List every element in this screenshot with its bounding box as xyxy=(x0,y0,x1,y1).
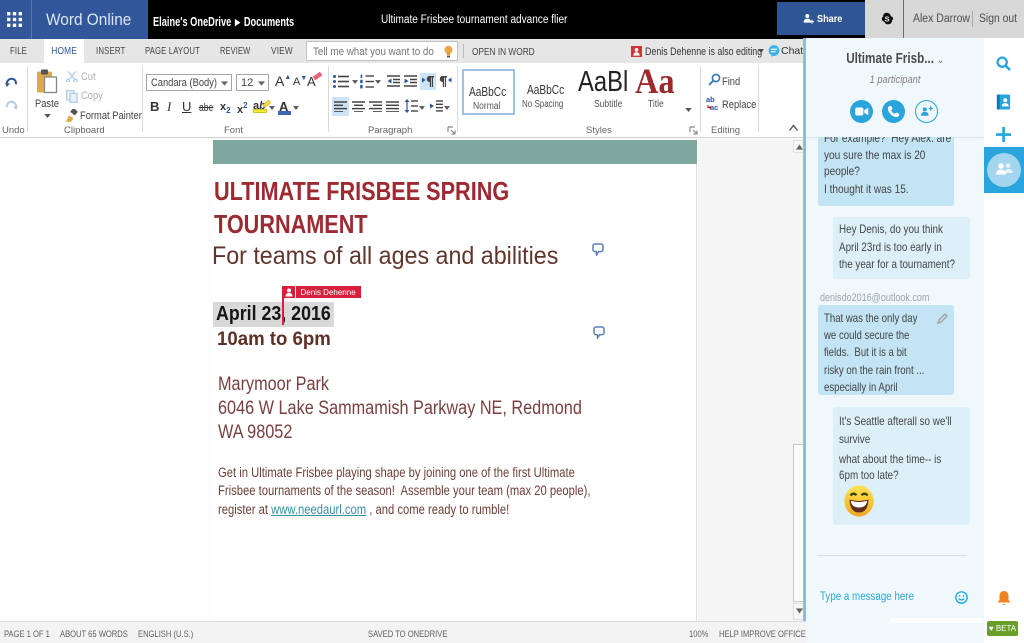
svg-text:ac: ac xyxy=(710,103,718,110)
svg-text:S: S xyxy=(885,14,890,23)
